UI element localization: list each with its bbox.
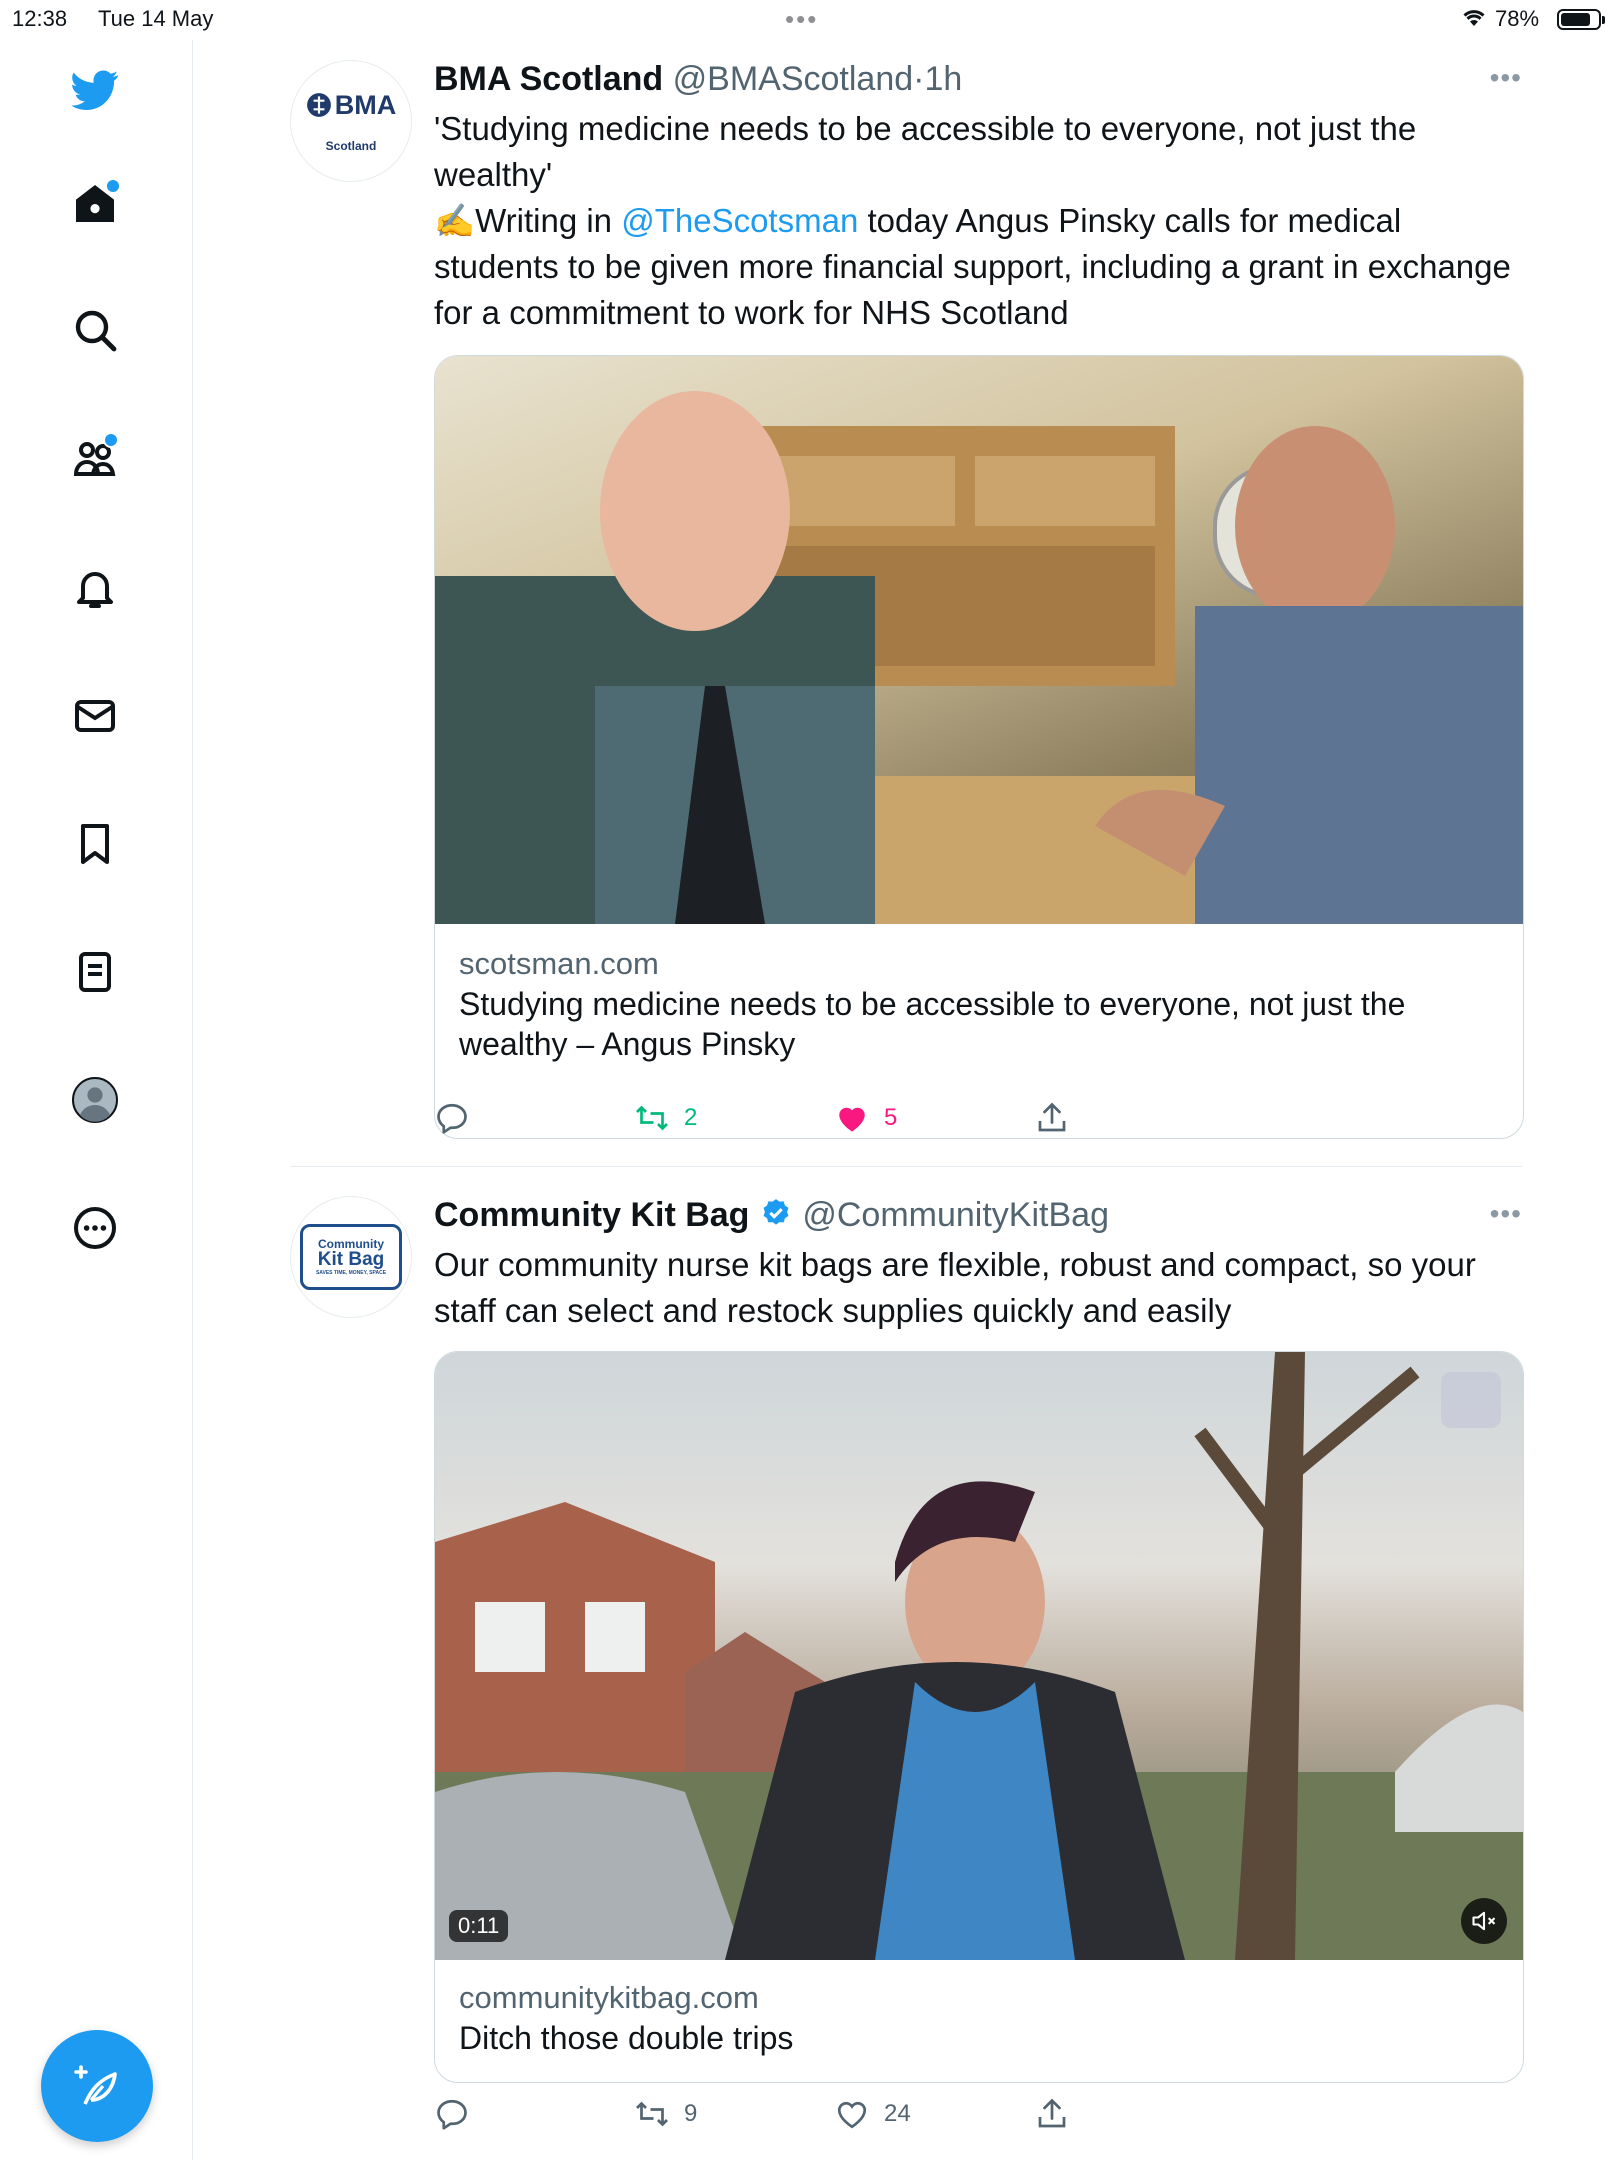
community-kit-bag-avatar[interactable]: Community Kit Bag SAVES TIME, MONEY, SPA… bbox=[290, 1196, 412, 1318]
card-domain: communitykitbag.com bbox=[459, 1980, 759, 2015]
reply-button[interactable] bbox=[434, 1100, 484, 1136]
wifi-icon bbox=[1460, 6, 1488, 34]
tweet-header: BMA Scotland @BMAScotland·1h bbox=[434, 60, 962, 99]
bma-logo: BMA bbox=[306, 90, 396, 121]
video-duration-badge: 0:11 bbox=[449, 1910, 509, 1942]
communities-notification-dot bbox=[103, 432, 119, 448]
messages-envelope-icon[interactable] bbox=[67, 688, 123, 744]
tweet-more-icon[interactable]: ••• bbox=[1490, 1198, 1522, 1230]
lists-icon[interactable] bbox=[67, 944, 123, 1000]
separator: · bbox=[913, 60, 925, 98]
mention-link[interactable]: @TheScotsman bbox=[621, 202, 858, 239]
share-button[interactable] bbox=[1034, 2096, 1070, 2132]
link-card[interactable]: scotsman.com Studying medicine needs to … bbox=[434, 355, 1524, 1139]
tweet-community-kit-bag[interactable]: Community Kit Bag SAVES TIME, MONEY, SPA… bbox=[290, 1196, 1524, 2160]
home-notification-dot bbox=[105, 178, 121, 194]
like-count: 5 bbox=[884, 1104, 898, 1131]
author-name[interactable]: Community Kit Bag bbox=[434, 1196, 749, 1234]
tweet-actions: 2 5 bbox=[434, 1100, 1522, 1148]
like-button[interactable]: 5 bbox=[834, 1100, 897, 1136]
twitter-bird-icon[interactable] bbox=[67, 62, 123, 118]
retweet-icon bbox=[636, 1105, 668, 1131]
compose-feather-icon bbox=[74, 2065, 117, 2105]
video-player[interactable]: 0:11 bbox=[435, 1352, 1523, 1960]
tweet-text: Our community nurse kit bags are flexibl… bbox=[434, 1246, 1476, 1329]
share-icon bbox=[1038, 2098, 1066, 2128]
video-card[interactable]: 0:11 communitykitbag.com Ditch those dou… bbox=[434, 1351, 1524, 2083]
retweet-count: 2 bbox=[684, 1104, 698, 1131]
author-handle[interactable]: @CommunityKitBag bbox=[802, 1196, 1109, 1234]
sidebar bbox=[0, 40, 193, 2160]
bma-scotland-avatar[interactable]: BMA Scotland bbox=[290, 60, 412, 182]
retweet-button[interactable]: 9 bbox=[634, 2096, 697, 2132]
text-pre-mention: Writing in bbox=[475, 202, 622, 239]
compose-tweet-button[interactable] bbox=[41, 2030, 153, 2142]
like-button[interactable]: 24 bbox=[834, 2096, 911, 2132]
home-icon[interactable] bbox=[67, 176, 123, 232]
author-handle[interactable]: @BMAScotland bbox=[673, 60, 914, 98]
card-domain: scotsman.com bbox=[459, 946, 659, 981]
more-circle-icon[interactable] bbox=[67, 1200, 123, 1256]
tweet-more-icon[interactable]: ••• bbox=[1490, 62, 1522, 94]
reply-button[interactable] bbox=[434, 2096, 484, 2132]
tweet-divider bbox=[290, 1166, 1522, 1167]
bookmark-icon[interactable] bbox=[67, 816, 123, 872]
like-count: 24 bbox=[884, 2100, 911, 2127]
tweet-bma-scotland[interactable]: BMA Scotland BMA Scotland @BMAScotland·1… bbox=[290, 60, 1524, 1160]
tweet-text-body: ✍️Writing in @TheScotsman today Angus Pi… bbox=[434, 198, 1524, 336]
card-title: Studying medicine needs to be accessible… bbox=[459, 986, 1406, 1062]
reply-icon bbox=[437, 1103, 467, 1134]
verified-badge-icon bbox=[763, 1199, 789, 1225]
profile-avatar-icon[interactable] bbox=[67, 1072, 123, 1128]
author-name[interactable]: BMA Scotland bbox=[434, 60, 663, 98]
reply-icon bbox=[437, 2099, 467, 2130]
tweet-text: 'Studying medicine needs to be accessibl… bbox=[434, 106, 1524, 336]
community-kit-bag-logo: Community Kit Bag SAVES TIME, MONEY, SPA… bbox=[300, 1224, 402, 1290]
search-icon[interactable] bbox=[67, 302, 123, 358]
notifications-bell-icon[interactable] bbox=[67, 560, 123, 616]
battery-icon bbox=[1557, 9, 1605, 30]
bma-logo-sub: Scotland bbox=[325, 138, 377, 153]
status-date: Tue 14 May bbox=[98, 6, 214, 31]
speaker-muted-icon bbox=[1472, 1911, 1496, 1931]
writing-hand-emoji: ✍️ bbox=[434, 202, 476, 239]
battery-percentage: 78% bbox=[1495, 6, 1540, 31]
bma-emblem-icon bbox=[306, 93, 331, 117]
tweet-text-line1: 'Studying medicine needs to be accessibl… bbox=[434, 110, 1417, 193]
share-button[interactable] bbox=[1034, 1100, 1070, 1136]
retweet-count: 9 bbox=[684, 2100, 698, 2127]
heart-filled-icon bbox=[839, 1107, 865, 1132]
article-photo bbox=[435, 356, 1523, 924]
retweet-icon bbox=[636, 2101, 668, 2127]
mute-button[interactable] bbox=[1461, 1898, 1507, 1944]
tweet-time[interactable]: 1h bbox=[924, 60, 962, 98]
multitasking-dots-icon[interactable]: ••• bbox=[785, 4, 818, 35]
tweet-actions: 9 24 bbox=[434, 2096, 1522, 2144]
share-icon bbox=[1038, 1102, 1066, 1132]
retweet-button[interactable]: 2 bbox=[634, 1100, 697, 1136]
status-time: 12:38 bbox=[12, 6, 68, 31]
card-title: Ditch those double trips bbox=[459, 2020, 794, 2056]
heart-outline-icon bbox=[837, 2101, 867, 2129]
status-bar: 12:38 Tue 14 May ••• 78% bbox=[0, 0, 1620, 40]
tweet-header: Community Kit Bag @CommunityKitBag bbox=[434, 1196, 1109, 1235]
communities-icon[interactable] bbox=[67, 430, 123, 486]
